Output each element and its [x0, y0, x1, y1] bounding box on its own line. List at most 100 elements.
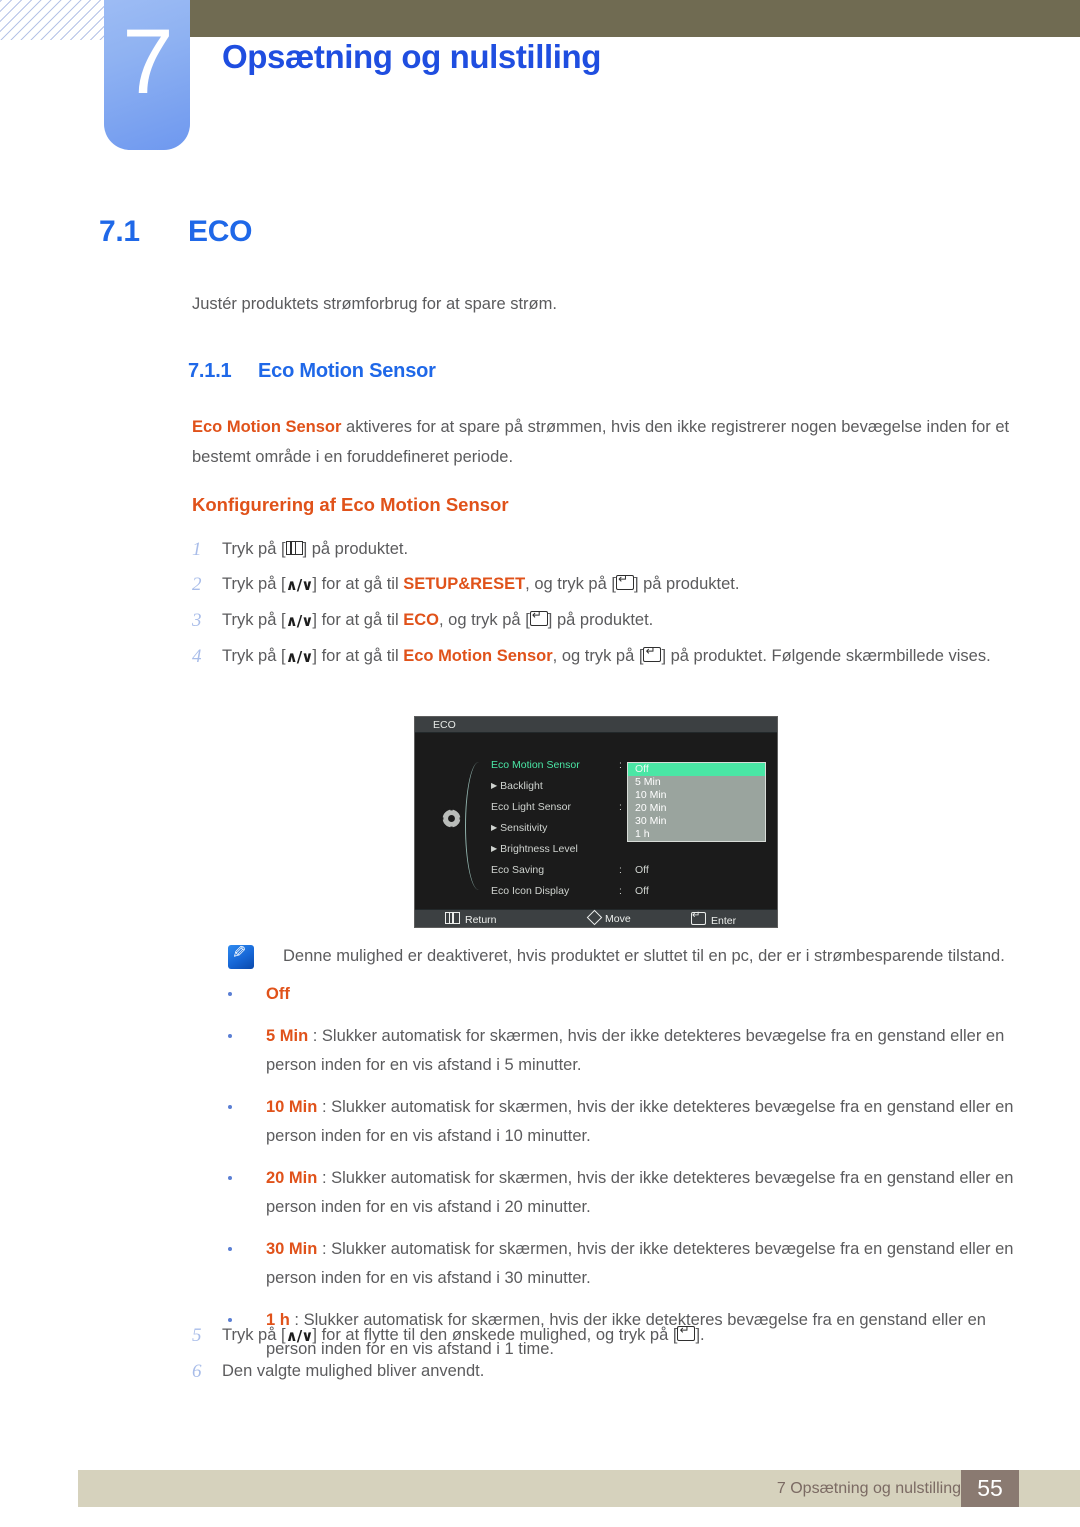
bullet-dot-icon [228, 1164, 266, 1222]
section-title: ECO [188, 215, 253, 248]
subsection-paragraph: Eco Motion Sensor aktiveres for at spare… [192, 412, 1014, 472]
bullet-dot-icon [228, 1093, 266, 1151]
osd-title-bar [415, 717, 777, 733]
header-top-bar [190, 0, 1080, 37]
step-number: 5 [192, 1325, 202, 1346]
step-text: Tryk på [] på produktet. [222, 540, 409, 558]
osd-row-value: Off [635, 864, 649, 876]
osd-row-value: Off [635, 885, 649, 897]
chapter-title: Opsætning og nulstilling [222, 38, 602, 75]
note-callout: Denne mulighed er deaktiveret, hvis prod… [228, 944, 1018, 969]
osd-enter-label: Enter [711, 915, 737, 927]
step-text: Tryk på [∧/∨] for at gå til ECO, og tryk… [222, 607, 653, 635]
osd-row-label: Eco Light Sensor [491, 801, 571, 813]
diamond-dpad-icon [586, 909, 603, 926]
up-down-key-icon: ∧/∨ [285, 1327, 314, 1345]
procedure-step: 6 Den valgte mulighed bliver anvendt. [192, 1358, 1014, 1385]
procedure-step: 1 Tryk på [] på produktet. [192, 536, 1014, 563]
menu-key-icon [285, 541, 303, 555]
enter-key-icon [615, 573, 634, 590]
bullet-dot-icon [228, 1235, 266, 1293]
osd-move-hint: Move [586, 909, 631, 926]
osd-dropdown-option[interactable]: 5 Min [628, 776, 765, 789]
step-text: Tryk på [∧/∨] for at flytte til den ønsk… [222, 1322, 705, 1350]
procedure-step: 4 Tryk på [∧/∨] for at gå til Eco Motion … [192, 643, 1014, 671]
footer-page-box: 55 [961, 1470, 1019, 1507]
step-highlight-term: SETUP&RESET [403, 575, 526, 593]
menu-icon [445, 912, 460, 924]
osd-row-label: Eco Icon Display [491, 885, 570, 897]
osd-footer-bar: Return Move Enter [415, 909, 777, 927]
subsection-title: Eco Motion Sensor [258, 360, 436, 382]
osd-row-label: Eco Saving [491, 864, 545, 876]
bullet-dot-icon [228, 980, 266, 1009]
gear-icon [440, 807, 463, 830]
step-number: 3 [192, 610, 202, 631]
step-highlight-term: ECO [403, 611, 439, 629]
osd-menu-row[interactable]: Brightness Level [491, 839, 773, 860]
enter-key-icon [529, 609, 548, 626]
section-number: 7.1 [99, 215, 140, 248]
step-number: 1 [192, 539, 202, 560]
osd-row-label: Sensitivity [491, 818, 619, 839]
osd-dropdown-option[interactable]: 20 Min [628, 802, 765, 815]
osd-row-label: Backlight [491, 776, 619, 797]
option-bullet-text: 30 Min : Slukker automatisk for skærmen,… [266, 1240, 1014, 1287]
step-text: Tryk på [∧/∨] for at gå til Eco Motion S… [222, 643, 991, 671]
option-bullet-text: Off [266, 980, 290, 1009]
step-number: 2 [192, 574, 202, 595]
procedure-step-list: 1 Tryk på [] på produktet. 2 Tryk på [∧/∨] … [192, 536, 1014, 679]
page-number: 55 [977, 1475, 1003, 1501]
procedure-step: 5 Tryk på [∧/∨] for at flytte til den øns… [192, 1322, 1014, 1350]
procedure-step: 3 Tryk på [∧/∨] for at gå til ECO, og try… [192, 607, 1014, 635]
osd-dropdown-option[interactable]: 30 Min [628, 815, 765, 828]
note-text: Denne mulighed er deaktiveret, hvis prod… [283, 947, 1005, 965]
chapter-number-tab: 7 [104, 0, 190, 150]
step-number: 4 [192, 646, 202, 667]
up-down-key-icon: ∧/∨ [285, 612, 314, 630]
osd-return-label: Return [465, 914, 497, 926]
enter-key-icon [677, 1324, 696, 1341]
osd-return-hint: Return [445, 912, 497, 926]
osd-dropdown-option[interactable]: Off [628, 763, 765, 776]
osd-row-colon: : [619, 864, 622, 876]
option-bullet-text: 5 Min : Slukker automatisk for skærmen, … [266, 1027, 1005, 1074]
bullet-dot-icon [228, 1022, 266, 1080]
osd-menu-row[interactable]: Eco Saving: Off [491, 860, 773, 881]
osd-dropdown-option[interactable]: 1 h [628, 828, 765, 841]
procedure-step-list-continued: 5 Tryk på [∧/∨] for at flytte til den øns… [192, 1322, 1014, 1393]
osd-enter-hint: Enter [691, 910, 737, 927]
osd-move-label: Move [605, 913, 631, 925]
section-intro-text: Justér produktets strømforbrug for at sp… [192, 295, 557, 313]
section-heading: 7.1 ECO [99, 215, 252, 249]
option-bullet-item: Off [228, 980, 1018, 1009]
option-bullet-item: 20 Min : Slukker automatisk for skærmen,… [228, 1164, 1018, 1222]
osd-dropdown-option[interactable]: 10 Min [628, 789, 765, 802]
procedure-heading: Konfigurering af Eco Motion Sensor [192, 494, 509, 515]
step-text: Tryk på [∧/∨] for at gå til SETUP&RESET,… [222, 571, 739, 599]
osd-row-colon: : [619, 885, 622, 897]
procedure-step: 2 Tryk på [∧/∨] for at gå til SETUP&RESET… [192, 571, 1014, 599]
osd-decorative-arc [465, 762, 488, 890]
option-term: 5 Min [266, 1027, 309, 1045]
note-pen-icon [228, 945, 254, 969]
up-down-key-icon: ∧/∨ [285, 576, 314, 594]
footer-chapter-label: 7 Opsætning og nulstilling [776, 1480, 961, 1497]
option-bullet-item: 10 Min : Slukker automatisk for skærmen,… [228, 1093, 1018, 1151]
option-term: 20 Min [266, 1169, 318, 1187]
osd-menu-row[interactable]: Eco Icon Display: Off [491, 881, 773, 902]
option-bullet-item: 30 Min : Slukker automatisk for skærmen,… [228, 1235, 1018, 1293]
osd-dropdown-list[interactable]: Off 5 Min 10 Min 20 Min 30 Min 1 h [627, 762, 766, 842]
step-highlight-term: Eco Motion Sensor [403, 647, 553, 665]
option-term: 30 Min [266, 1240, 318, 1258]
subsection-heading: 7.1.1 Eco Motion Sensor [188, 360, 436, 383]
osd-row-label: Eco Motion Sensor [491, 759, 580, 771]
option-term: 10 Min [266, 1098, 318, 1116]
option-bullet-text: 20 Min : Slukker automatisk for skærmen,… [266, 1169, 1014, 1216]
step-number: 6 [192, 1361, 202, 1382]
enter-key-icon [643, 645, 662, 662]
option-term: Off [266, 985, 290, 1003]
chapter-number: 7 [122, 11, 173, 113]
osd-row-label: Brightness Level [491, 839, 619, 860]
option-bullet-list: Off 5 Min : Slukker automatisk for skærme… [228, 980, 1018, 1377]
